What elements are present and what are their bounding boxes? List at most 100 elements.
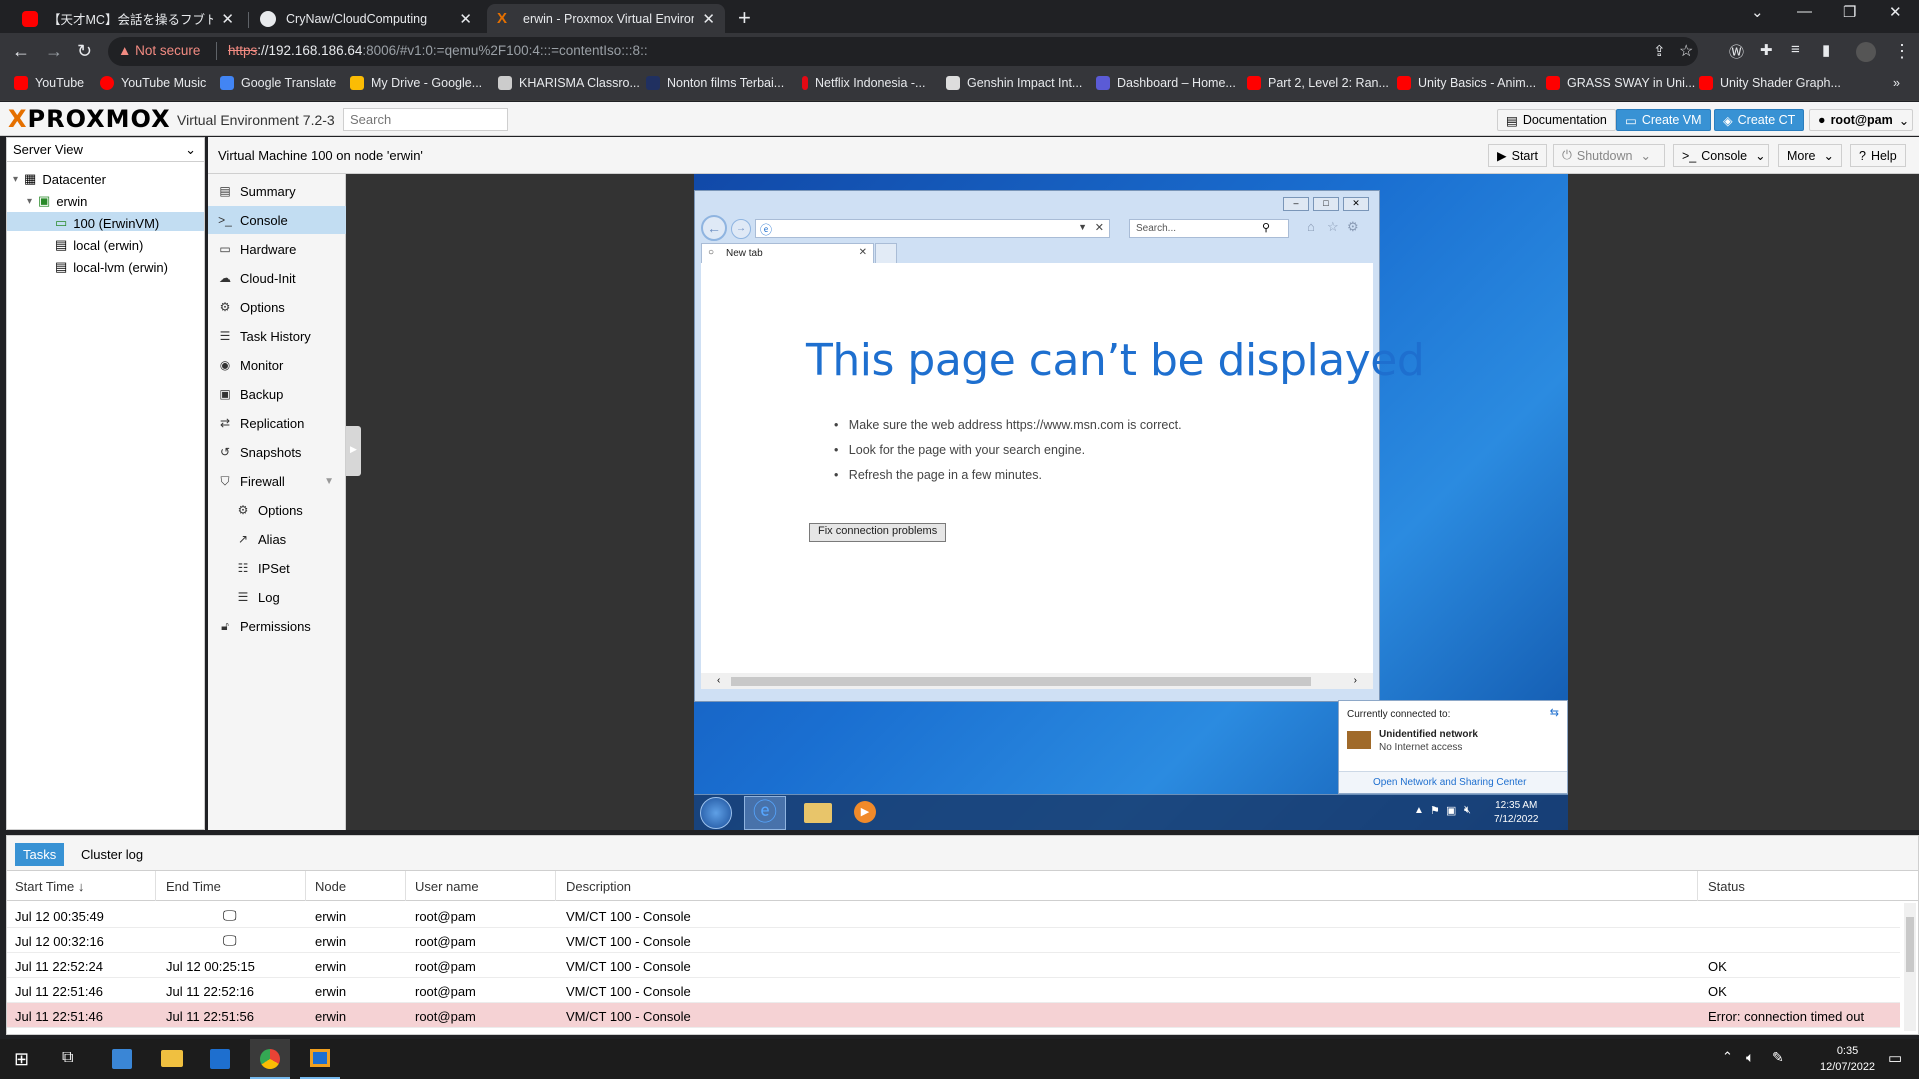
tray-arrow-icon[interactable]: ▲ xyxy=(1414,805,1424,816)
not-secure-indicator[interactable]: ▲ Not secure xyxy=(118,43,200,58)
browser-tab-youtube[interactable]: 【天才MC】会話を操るフブトーク！！ ✕ xyxy=(12,4,244,33)
bookmark-youtube-music[interactable]: YouTube Music xyxy=(100,76,206,90)
table-row[interactable]: Jul 12 00:35:49 🖵︎ erwin root@pam VM/CT … xyxy=(7,903,1900,928)
gear-icon[interactable]: ⚙ xyxy=(1347,219,1359,235)
menu-summary[interactable]: ▤ Summary xyxy=(208,177,346,205)
user-menu-button[interactable]: ● root@pam ⌄ xyxy=(1809,109,1913,131)
reading-list-icon[interactable]: ≡ xyxy=(1791,41,1800,58)
explorer-folder-icon[interactable] xyxy=(804,803,832,823)
tab-tasks[interactable]: Tasks xyxy=(15,843,65,866)
network-center-link[interactable]: Open Network and Sharing Center xyxy=(1373,777,1526,788)
column-start-time[interactable]: Start Time ↓ xyxy=(15,879,84,894)
stop-icon[interactable]: ✕ xyxy=(1095,221,1104,234)
windows-start-icon[interactable]: ⊞ xyxy=(14,1049,29,1070)
fix-connection-button[interactable]: Fix connection problems xyxy=(809,523,947,542)
task-table-scrollbar[interactable] xyxy=(1904,903,1916,1031)
menu-firewall-log[interactable]: ☰ Log xyxy=(208,583,346,611)
server-view-select[interactable]: Server View ⌄ xyxy=(7,138,204,162)
close-window-icon[interactable]: ✕ xyxy=(1889,3,1902,21)
documentation-button[interactable]: ▤ Documentation xyxy=(1497,109,1616,131)
windows-start-icon[interactable] xyxy=(700,797,732,829)
volume-icon[interactable]: 🔈︎ xyxy=(1746,1049,1754,1066)
new-tab-button[interactable]: + xyxy=(738,5,751,31)
kebab-menu-icon[interactable]: ⋮ xyxy=(1893,41,1911,62)
bookmark-drive[interactable]: My Drive - Google... xyxy=(350,76,482,90)
menu-backup[interactable]: ▣ Backup xyxy=(208,380,346,408)
notifications-icon[interactable]: ▭ xyxy=(1888,1049,1902,1067)
tray-chevron-up-icon[interactable]: ⌃ xyxy=(1722,1049,1733,1065)
bookmark-dashboard[interactable]: Dashboard – Home... xyxy=(1096,76,1236,90)
task-view-icon[interactable]: ⧉ xyxy=(62,1049,73,1067)
maximize-icon[interactable]: □ xyxy=(1313,197,1339,211)
bookmark-kharisma[interactable]: KHARISMA Classro... xyxy=(498,76,640,90)
home-icon[interactable]: ⌂ xyxy=(1307,219,1315,234)
media-player-icon[interactable]: ▶ xyxy=(854,801,876,823)
column-end-time[interactable]: End Time xyxy=(166,879,221,894)
pen-icon[interactable]: ✎ xyxy=(1772,1049,1784,1066)
table-row[interactable]: Jul 11 22:51:46 Jul 11 22:51:56 erwin ro… xyxy=(7,1003,1900,1028)
create-ct-button[interactable]: ◈ Create CT xyxy=(1714,109,1805,131)
refresh-icon[interactable]: ⇆ xyxy=(1550,706,1559,719)
start-button[interactable]: ▶ Start xyxy=(1488,144,1548,167)
column-description[interactable]: Description xyxy=(566,879,631,894)
menu-firewall-alias[interactable]: ↗ Alias xyxy=(208,525,346,553)
speaker-muted-icon[interactable]: 🔇︎ xyxy=(1464,804,1471,817)
file-explorer-icon[interactable] xyxy=(161,1050,183,1067)
bookmark-genshin[interactable]: Genshin Impact Int... xyxy=(946,76,1082,90)
close-tab-icon[interactable]: ✕ xyxy=(859,247,867,258)
remote-desktop-taskbar-button[interactable] xyxy=(300,1039,340,1079)
column-status[interactable]: Status xyxy=(1708,879,1745,894)
table-row[interactable]: Jul 11 22:51:46 Jul 11 22:52:16 erwin ro… xyxy=(7,978,1900,1003)
menu-monitor[interactable]: ◉ Monitor xyxy=(208,351,346,379)
tree-item-storage-lvm[interactable]: ▤ local-lvm (erwin) xyxy=(55,259,168,275)
menu-task-history[interactable]: ☰ Task History xyxy=(208,322,346,350)
network-tray-icon[interactable]: ▣ xyxy=(1446,804,1456,817)
minimize-icon[interactable]: — xyxy=(1797,3,1812,20)
extension-icon[interactable]: Ⓦ xyxy=(1729,41,1744,62)
ie-horizontal-scrollbar[interactable]: ‹ › xyxy=(701,673,1373,689)
side-panel-icon[interactable]: ▮ xyxy=(1822,41,1830,59)
trello-icon[interactable] xyxy=(210,1049,230,1069)
favorites-star-icon[interactable]: ☆ xyxy=(1327,219,1339,235)
scrollbar-thumb[interactable] xyxy=(731,677,1311,686)
scrollbar-thumb[interactable] xyxy=(1906,917,1914,972)
create-vm-button[interactable]: ▭ Create VM xyxy=(1616,109,1711,131)
menu-firewall-ipset[interactable]: ☷ IPSet xyxy=(208,554,346,582)
bookmark-netflix[interactable]: Netflix Indonesia -... xyxy=(802,76,925,90)
tree-item-node[interactable]: ▾ ▣ erwin xyxy=(27,193,87,209)
column-node[interactable]: Node xyxy=(315,879,346,894)
system-clock[interactable]: 0:35 12/07/2022 xyxy=(1820,1043,1875,1075)
vm-clock[interactable]: 12:35 AM 7/12/2022 xyxy=(1494,799,1539,827)
scroll-left-icon[interactable]: ‹ xyxy=(717,675,720,686)
shutdown-button[interactable]: ⏻ Shutdown ⌄ xyxy=(1553,144,1665,167)
ie-taskbar-icon[interactable]: ⓔ xyxy=(744,796,786,830)
address-bar[interactable]: ▲ Not secure https://192.168.186.64:8006… xyxy=(108,37,1698,66)
ie-forward-icon[interactable]: → xyxy=(731,219,751,239)
reload-icon[interactable]: ↻ xyxy=(77,41,92,62)
close-tab-icon[interactable]: ✕ xyxy=(459,10,472,28)
more-button[interactable]: More ⌄ xyxy=(1778,144,1842,167)
console-button[interactable]: >_ Console ⌄ xyxy=(1673,144,1769,167)
back-icon[interactable]: ← xyxy=(12,41,30,62)
scroll-right-icon[interactable]: › xyxy=(1354,675,1357,686)
bookmark-nonton[interactable]: Nonton films Terbai... xyxy=(646,76,784,90)
menu-cloud-init[interactable]: ☁ Cloud-Init xyxy=(208,264,346,292)
bookmarks-overflow-icon[interactable]: » xyxy=(1893,76,1900,90)
pve-search-input[interactable] xyxy=(343,108,508,131)
tree-item-vm[interactable]: ▭ 100 (ErwinVM) xyxy=(55,215,159,231)
ie-search-box[interactable]: Search... ⚲ xyxy=(1129,219,1289,238)
bookmark-unity-shader[interactable]: Unity Shader Graph... xyxy=(1699,76,1841,90)
bookmark-youtube[interactable]: YouTube xyxy=(14,76,84,90)
menu-replication[interactable]: ⇄ Replication xyxy=(208,409,346,437)
tree-item-datacenter[interactable]: ▾ ▦ Datacenter xyxy=(13,171,106,187)
bookmark-unity-basics[interactable]: Unity Basics - Anim... xyxy=(1397,76,1536,90)
bookmark-star-icon[interactable]: ☆ xyxy=(1679,41,1693,61)
ie-address-bar[interactable]: ⓔ ▼ ✕ xyxy=(755,219,1110,238)
menu-options[interactable]: ⚙ Options xyxy=(208,293,346,321)
close-tab-icon[interactable]: ✕ xyxy=(702,10,715,28)
ie-tab[interactable]: ○ New tab ✕ xyxy=(701,243,874,263)
close-icon[interactable]: ✕ xyxy=(1343,197,1369,211)
menu-console[interactable]: >_ Console xyxy=(208,206,346,234)
menu-firewall-options[interactable]: ⚙ Options xyxy=(208,496,346,524)
menu-firewall[interactable]: ⛉ Firewall ▼ xyxy=(208,467,346,495)
